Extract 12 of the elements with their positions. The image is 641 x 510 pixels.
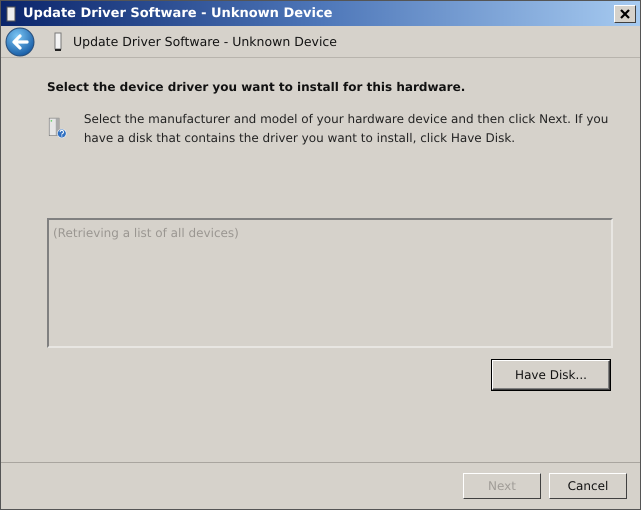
device-icon: [5, 6, 17, 22]
close-icon: [620, 8, 630, 18]
dialog-button[interactable]: Cancel: [549, 473, 627, 499]
close-button[interactable]: [614, 4, 636, 22]
computer-question-icon: [48, 118, 66, 138]
list-placeholder: (Retrieving a list of all devices): [53, 226, 239, 240]
header-title: Update Driver Software - Unknown Device: [73, 34, 337, 49]
window-title: Update Driver Software - Unknown Device: [23, 6, 334, 21]
device-icon: [53, 32, 63, 52]
heading-text: Select the device driver you want to install for this hardware.: [47, 80, 466, 94]
have-disk-button[interactable]: Have Disk...: [492, 360, 610, 390]
instructions-text: Select the manufacturer and model of your hardware device and then click Next. If you have a disk that contains the driver you want to install, click Have Disk.: [84, 111, 610, 147]
